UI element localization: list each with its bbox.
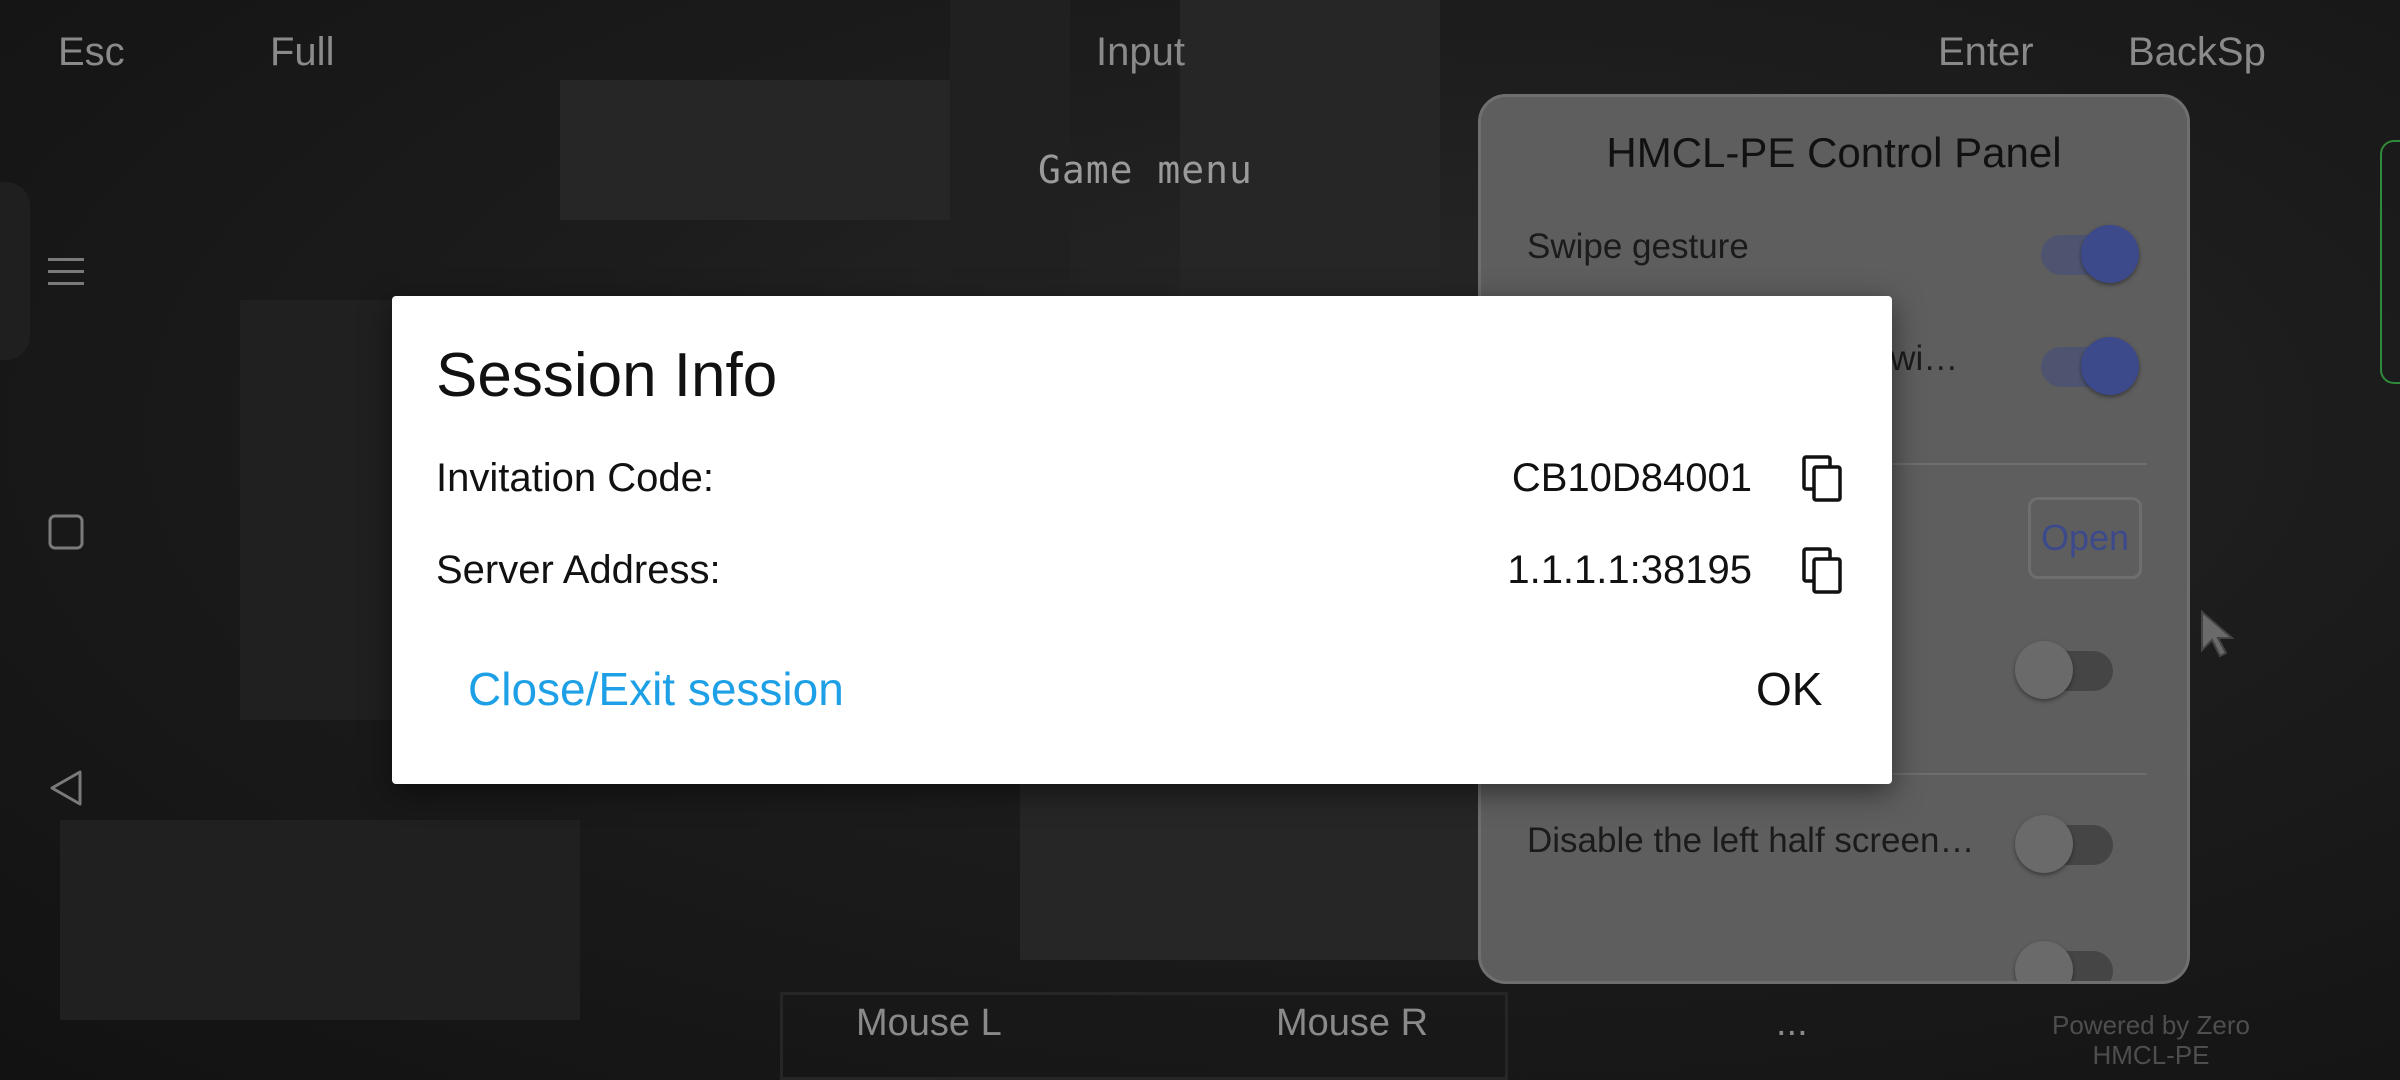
- swipe-gesture-toggle[interactable]: [2041, 225, 2139, 283]
- swipe-gesture-label: Swipe gesture: [1527, 227, 1749, 266]
- navigation-bar: [0, 0, 90, 1080]
- invitation-code-value: CB10D84001: [1511, 456, 1752, 500]
- scene-block: [560, 80, 980, 220]
- menu-icon[interactable]: [44, 250, 88, 294]
- ok-button[interactable]: OK: [1756, 662, 1822, 716]
- copy-icon[interactable]: [1798, 454, 1848, 504]
- input-key[interactable]: Input: [1096, 30, 1185, 75]
- invitation-code-label: Invitation Code:: [436, 456, 714, 500]
- close-exit-session-button[interactable]: Close/Exit session: [468, 662, 844, 716]
- dialog-title: Session Info: [436, 341, 778, 410]
- mouse-cursor-icon: [2200, 609, 2235, 662]
- enter-key[interactable]: Enter: [1938, 30, 2034, 75]
- back-triangle-icon[interactable]: [44, 766, 88, 810]
- disable-left-half-label: Disable the left half screen…: [1527, 821, 1975, 860]
- powered-by-line2: HMCL-PE: [2092, 1040, 2210, 1070]
- more-button[interactable]: ...: [1776, 1002, 1808, 1045]
- game-background: Esc Full Input Enter BackSp Game menu HM…: [0, 0, 2400, 1080]
- game-menu-label[interactable]: Game menu: [1038, 148, 1253, 192]
- mouse-left-button[interactable]: Mouse L: [856, 1002, 1002, 1045]
- square-icon[interactable]: [44, 510, 88, 554]
- scene-block: [950, 0, 1070, 280]
- scene-block: [1020, 780, 1480, 960]
- third-row-toggle[interactable]: [2015, 641, 2115, 699]
- nav-handle[interactable]: [0, 182, 30, 360]
- scene-block: [60, 820, 580, 1020]
- panel-title: HMCL-PE Control Panel: [1606, 129, 2062, 176]
- edge-handle[interactable]: [2380, 140, 2400, 384]
- server-address-label: Server Address:: [436, 548, 721, 592]
- mouse-right-button[interactable]: Mouse R: [1276, 1002, 1428, 1045]
- disable-left-half-toggle[interactable]: [2015, 815, 2115, 873]
- full-key[interactable]: Full: [270, 30, 334, 75]
- server-address-value: 1.1.1.1:38195: [1507, 548, 1752, 592]
- backspace-key[interactable]: BackSp: [2128, 30, 2266, 75]
- session-info-dialog: Session Info Invitation Code: CB10D84001…: [392, 296, 1892, 784]
- open-button[interactable]: Open: [2028, 497, 2142, 579]
- second-row-toggle[interactable]: [2041, 337, 2139, 395]
- partial-row-toggle[interactable]: [2015, 941, 2115, 981]
- powered-by-line1: Powered by Zero: [2052, 1010, 2250, 1040]
- copy-icon[interactable]: [1798, 546, 1848, 596]
- powered-by-text: Powered by Zero HMCL-PE: [2052, 1010, 2250, 1070]
